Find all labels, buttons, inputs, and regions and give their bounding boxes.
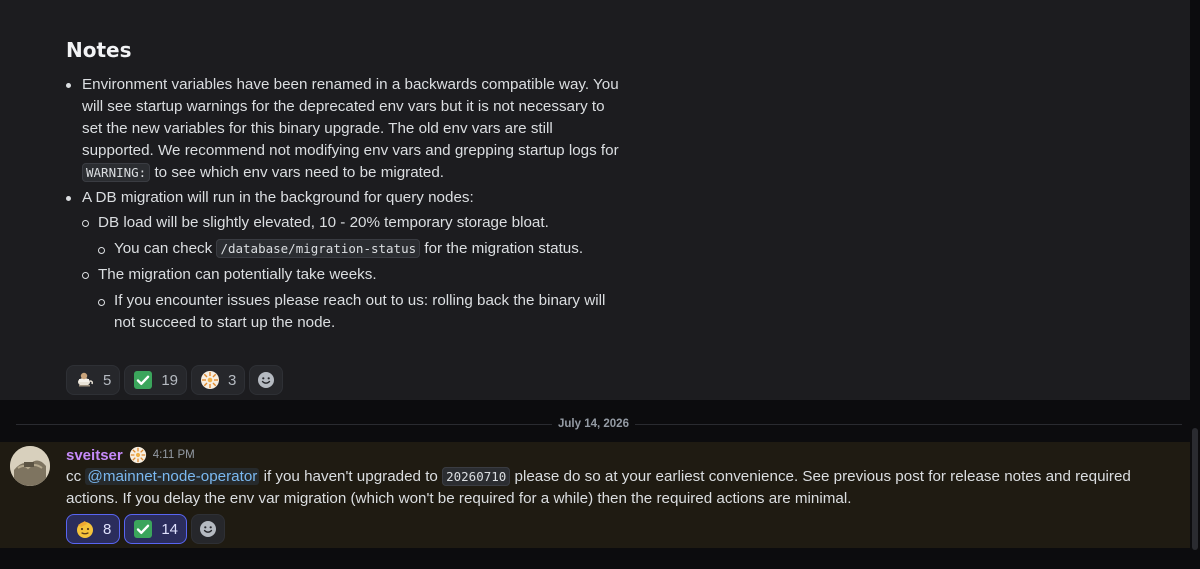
- list-item: Environment variables have been renamed …: [66, 74, 626, 184]
- inline-code: /database/migration-status: [216, 239, 421, 258]
- list-item-text: to see which env vars need to be migrate…: [150, 164, 445, 181]
- inline-code: 20260710: [442, 467, 511, 486]
- reaction-count: 19: [161, 371, 179, 389]
- reaction-check[interactable]: 14: [124, 514, 188, 544]
- notes-list: Environment variables have been renamed …: [66, 74, 626, 334]
- date-divider-label: July 14, 2026: [552, 416, 635, 432]
- notes-heading: Notes: [66, 38, 132, 62]
- check-mark-icon: [133, 370, 153, 390]
- message-text: cc: [66, 468, 86, 485]
- notes-section: Notes Environment variables have been re…: [66, 36, 626, 338]
- bottom-reactions-bar: 8 14: [66, 514, 226, 544]
- sub-list: DB load will be slightly elevated, 10 - …: [82, 212, 626, 334]
- sun-logo-icon: [129, 446, 147, 464]
- list-item-text: You can check: [114, 240, 217, 257]
- add-reaction-button[interactable]: [249, 365, 284, 395]
- reaction-sun-logo[interactable]: 3: [191, 365, 246, 395]
- message-text: if you haven't upgraded to: [259, 468, 443, 485]
- list-item-text: The migration can potentially take weeks…: [98, 266, 377, 283]
- inline-code: WARNING:: [82, 163, 151, 182]
- teacup-dog-icon: [75, 370, 95, 390]
- message-header: sveitser 4:11 PM: [66, 446, 195, 464]
- reaction-count: 8: [103, 520, 112, 538]
- username[interactable]: sveitser: [66, 447, 123, 464]
- reaction-teacup-dog[interactable]: 5: [66, 365, 121, 395]
- message-content: cc @mainnet-node-operator if you haven't…: [66, 466, 1146, 510]
- add-reaction-button[interactable]: [191, 514, 226, 544]
- list-item: A DB migration will run in the backgroun…: [66, 187, 626, 334]
- check-mark-icon: [133, 519, 153, 539]
- list-item-text: for the migration status.: [420, 240, 584, 257]
- list-item: DB load will be slightly elevated, 10 - …: [82, 212, 626, 260]
- add-reaction-smiley-icon: [198, 519, 218, 539]
- add-reaction-smiley-icon: [256, 370, 276, 390]
- reaction-count: 5: [103, 371, 112, 389]
- list-item-text: DB load will be slightly elevated, 10 - …: [98, 214, 549, 231]
- list-item: The migration can potentially take weeks…: [82, 264, 626, 334]
- user-avatar-image: [10, 446, 50, 486]
- top-reactions-bar: 5 19 3: [66, 365, 284, 395]
- list-item-text: Environment variables have been renamed …: [82, 76, 619, 159]
- list-item-text: A DB migration will run in the backgroun…: [82, 189, 474, 206]
- role-mention[interactable]: @mainnet-node-operator: [85, 468, 260, 485]
- list-item: If you encounter issues please reach out…: [98, 290, 626, 334]
- list-item-text: If you encounter issues please reach out…: [114, 292, 606, 331]
- saluting-face-icon: [75, 519, 95, 539]
- sub-sub-list: You can check /database/migration-status…: [98, 238, 626, 260]
- reaction-check[interactable]: 19: [124, 365, 188, 395]
- scrollbar[interactable]: [1192, 428, 1198, 550]
- reaction-count: 3: [228, 371, 237, 389]
- reaction-saluting-face[interactable]: 8: [66, 514, 121, 544]
- list-item: You can check /database/migration-status…: [98, 238, 626, 260]
- reaction-count: 14: [161, 520, 179, 538]
- sun-logo-icon: [200, 370, 220, 390]
- avatar[interactable]: [10, 446, 50, 486]
- message-timestamp: 4:11 PM: [152, 449, 195, 461]
- sub-sub-list: If you encounter issues please reach out…: [98, 290, 626, 334]
